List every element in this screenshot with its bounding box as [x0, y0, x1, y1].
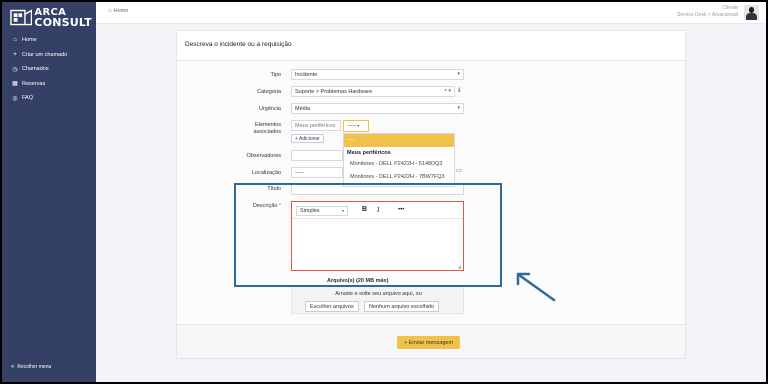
file-dropzone[interactable]: Arraste e solte seu arquivo aqui, ou Esc… [291, 286, 464, 314]
double-chevron-left-icon: « [11, 364, 15, 370]
chevron-down-icon: ▾ [457, 71, 460, 77]
user-menu[interactable]: Cliente Service Desk > Arcaconsult [677, 5, 738, 18]
categoria-select[interactable]: Suporte > Problemas Hardware × ▾ [291, 86, 455, 97]
sidebar-item-label: Home [22, 37, 37, 44]
sidebar-nav: ⌂ Home + Criar um chamado ◷ Chamados ▦ R… [2, 33, 96, 106]
no-file-chosen-text: Nenhum arquivo escolhido [364, 301, 440, 312]
location-info-icon[interactable]: ▭ [456, 167, 462, 174]
collapse-menu-button[interactable]: « Recolher menu [11, 364, 51, 370]
add-element-button[interactable]: + Adicionar [291, 134, 324, 143]
urgencia-label: Urgência [258, 106, 281, 112]
categoria-value: Suporte > Problemas Hardware [295, 89, 373, 95]
dropdown-option[interactable]: Monitores - DELL P2422H - 5148DQ3 [344, 159, 454, 172]
send-message-button[interactable]: + Enviar mensagem [397, 336, 461, 349]
sidebar-item-label: FAQ [22, 95, 34, 102]
annotation-arrow-icon [516, 272, 556, 302]
dropdown-group-label: Meus periféricos [347, 150, 391, 156]
breadcrumb[interactable]: ⌂ Home [108, 8, 128, 14]
chevron-down-icon: × ▾ [444, 88, 451, 94]
brand-logo[interactable]: ARCA CONSULT [10, 6, 92, 30]
dropzone-text: Arraste e solte seu arquivo aqui, ou [335, 291, 422, 297]
collapse-menu-label: Recolher menu [17, 364, 52, 370]
localizacao-value: ----- [295, 170, 305, 176]
brand-line2: CONSULT [34, 16, 92, 29]
dropdown-option[interactable]: Monitores - DELL P2422H - 7BW7FQ3 [344, 172, 454, 181]
tipo-label: Tipo [270, 72, 282, 78]
elementos-item-select[interactable]: ----- ▾ [343, 120, 369, 132]
sidebar-item-create-ticket[interactable]: + Criar um chamado [2, 48, 96, 63]
brand-text: ARCA CONSULT [34, 8, 92, 29]
choose-files-button[interactable]: Escolher arquivos [305, 301, 359, 312]
elementos-label-line2: associados [253, 129, 281, 135]
urgencia-value: Média [295, 106, 310, 112]
tipo-value: Incidente [295, 72, 318, 78]
annotation-highlight-box [234, 183, 502, 287]
sidebar: ARCA CONSULT ⌂ Home + Criar um chamado ◷… [2, 2, 96, 382]
elementos-label-line1: Elementos [255, 122, 281, 128]
avatar[interactable] [744, 5, 759, 20]
page-title: Descreva o incidente ou a requisição [185, 41, 292, 48]
elementos-item-value: ----- [347, 123, 357, 129]
dropdown-option-empty[interactable]: ----- [344, 134, 454, 147]
home-icon: ⌂ [13, 37, 17, 44]
logo-icon [10, 9, 33, 26]
localizacao-label: Localização [251, 170, 281, 176]
faq-icon: ◎ [12, 95, 18, 102]
chevron-down-icon: ▾ [457, 105, 460, 111]
observadores-select[interactable] [291, 150, 343, 161]
urgencia-select[interactable]: Média ▾ [291, 103, 464, 114]
sidebar-item-faq[interactable]: ◎ FAQ [2, 91, 96, 106]
sidebar-item-reservations[interactable]: ▦ Reservas [2, 77, 96, 92]
sidebar-item-tickets[interactable]: ◷ Chamados [2, 62, 96, 77]
topbar: ⌂ Home Cliente Service Desk > Arcaconsul… [96, 2, 766, 24]
home-icon: ⌂ [108, 8, 112, 14]
elements-dropdown: ----- Meus periféricos Monitores - DELL … [343, 133, 455, 187]
sidebar-item-label: Chamados [22, 66, 49, 73]
app-window: ARCA CONSULT ⌂ Home + Criar um chamado ◷… [2, 2, 766, 382]
localizacao-select[interactable]: ----- [291, 167, 343, 178]
breadcrumb-home: Home [113, 8, 129, 14]
categoria-label: Categoria [257, 89, 281, 95]
sidebar-item-home[interactable]: ⌂ Home [2, 33, 96, 48]
tipo-select[interactable]: Incidente ▾ [291, 69, 464, 80]
clock-icon: ◷ [12, 66, 18, 73]
calendar-icon: ▦ [12, 81, 18, 88]
info-icon[interactable]: ℹ [458, 87, 460, 94]
sidebar-item-label: Criar um chamado [22, 51, 68, 58]
elementos-label: Elementos associados [177, 122, 281, 136]
observadores-label: Observadores [246, 153, 281, 159]
plus-icon: + [13, 51, 17, 58]
form-footer: + Enviar mensagem [177, 325, 685, 358]
user-context: Service Desk > Arcaconsult [677, 11, 738, 18]
sidebar-item-label: Reservas [22, 80, 46, 87]
elementos-type-select[interactable]: Meus periféricos [291, 120, 341, 131]
